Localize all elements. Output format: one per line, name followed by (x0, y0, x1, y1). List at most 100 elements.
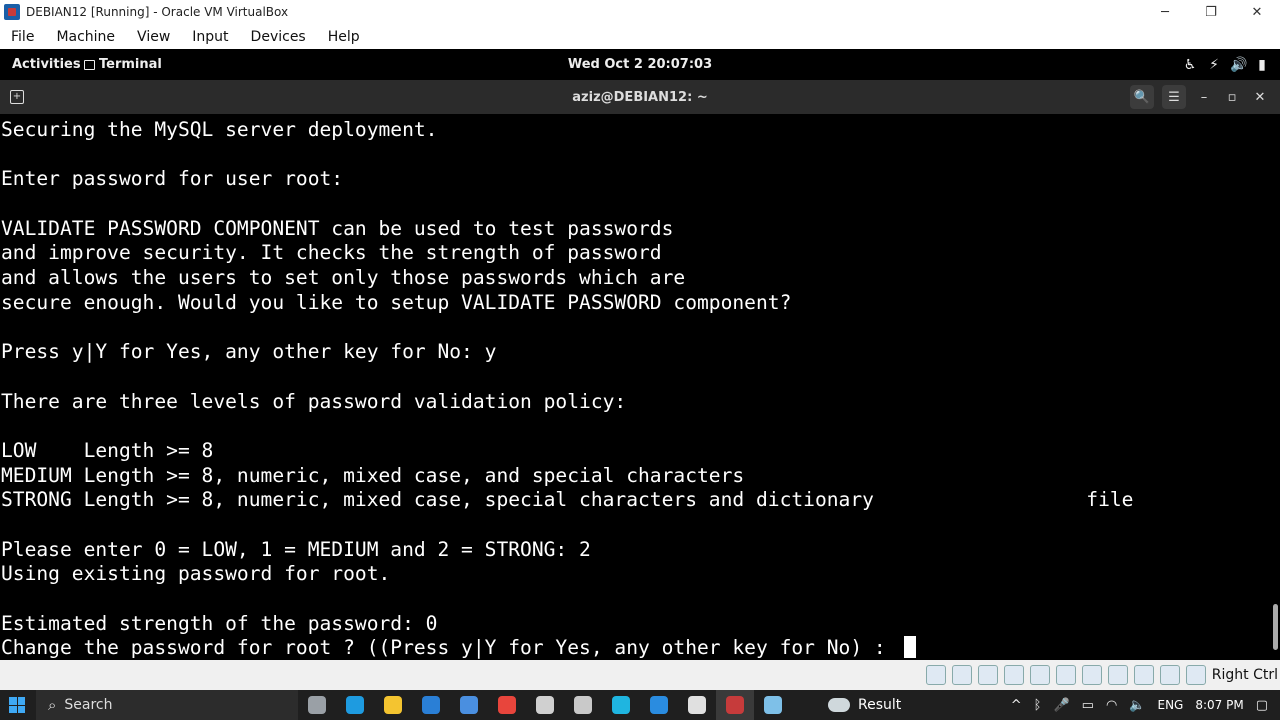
terminal-prompt-line[interactable]: Change the password for root ? ((Press y… (1, 636, 1270, 661)
language-indicator[interactable]: ENG (1157, 698, 1183, 712)
menu-input[interactable]: Input (181, 29, 239, 45)
cloud-icon (828, 698, 850, 712)
accessibility-icon[interactable]: ♿ (1182, 57, 1198, 73)
menu-machine[interactable]: Machine (45, 29, 126, 45)
usb-icon[interactable] (1029, 665, 1050, 685)
notepad-icon[interactable] (754, 690, 792, 720)
restore-icon[interactable]: ❐ (1188, 0, 1234, 24)
virtualbox-logo-icon (4, 4, 20, 20)
3d-viewer-glyph (574, 696, 592, 714)
system-tray[interactable]: ♿ ⚡ 🔊 ▮ (1182, 57, 1280, 73)
mail-icon[interactable] (412, 690, 450, 720)
network-icon[interactable]: ⚡ (1206, 57, 1222, 73)
mouse-integration-icon[interactable] (1159, 665, 1180, 685)
menu-file[interactable]: File (0, 29, 45, 45)
terminal-line: MEDIUM Length >= 8, numeric, mixed case,… (1, 463, 745, 487)
taskbar-clock[interactable]: 8:07 PM (1195, 698, 1243, 712)
wifi-icon[interactable]: ◠ (1106, 698, 1117, 713)
file-explorer-icon[interactable] (374, 690, 412, 720)
keyboard-capture-icon[interactable] (1185, 665, 1206, 685)
virtualbox-glyph (726, 696, 744, 714)
media-player-icon[interactable] (678, 690, 716, 720)
circle-app-icon[interactable] (602, 690, 640, 720)
terminal-line: LOW Length >= 8 (1, 438, 214, 462)
search-placeholder: Search (64, 697, 113, 713)
terminal-line: STRONG Length >= 8, numeric, mixed case,… (1, 488, 1134, 512)
windows-logo-icon (9, 697, 25, 713)
edge-glyph (346, 696, 364, 714)
terminal-line: Securing the MySQL server deployment. (1, 118, 438, 141)
bluetooth-icon[interactable]: ᛒ (1034, 698, 1042, 713)
app-menu-terminal[interactable]: Terminal (84, 57, 162, 72)
menu-help[interactable]: Help (317, 29, 371, 45)
close-icon[interactable]: ✕ (1250, 87, 1270, 107)
display-icon[interactable] (1081, 665, 1102, 685)
media-player-glyph (688, 696, 706, 714)
start-button[interactable] (2, 690, 32, 720)
terminal-line: secure enough. Would you like to setup V… (1, 290, 792, 314)
minimize-icon[interactable]: – (1194, 87, 1214, 107)
terminal-scrollbar[interactable] (1270, 114, 1280, 660)
taskbar-search-box[interactable]: ⌕ Search (36, 690, 298, 720)
terminal-line: Using existing password for root. (1, 562, 391, 586)
cpu-icon[interactable] (1133, 665, 1154, 685)
terminal-line: and improve security. It checks the stre… (1, 241, 662, 265)
task-view-icon[interactable] (298, 690, 336, 720)
scrollbar-thumb[interactable] (1273, 604, 1278, 650)
new-tab-icon[interactable]: + (10, 90, 24, 104)
microphone-icon[interactable]: 🎤 (1053, 698, 1069, 713)
store-icon[interactable] (450, 690, 488, 720)
notepad-glyph (764, 696, 782, 714)
terminal-output[interactable]: Securing the MySQL server deployment. En… (0, 114, 1270, 660)
hard-disk-icon[interactable] (925, 665, 946, 685)
shared-folders-icon[interactable] (1055, 665, 1076, 685)
minimize-icon[interactable]: ─ (1142, 0, 1188, 24)
terminal-header-buttons: 🔍 ☰ – ▫ ✕ (1130, 85, 1280, 109)
volume-icon[interactable]: 🔈 (1129, 698, 1145, 713)
taskbar-apps (298, 690, 792, 720)
3d-viewer-icon[interactable] (564, 690, 602, 720)
close-icon[interactable]: ✕ (1234, 0, 1280, 24)
volume-icon[interactable]: 🔊 (1230, 57, 1247, 73)
vbox-status-bar: Right Ctrl (0, 660, 1280, 690)
vscode-icon[interactable] (640, 690, 678, 720)
host-key-label: Right Ctrl (1211, 667, 1278, 683)
search-icon[interactable]: 🔍 (1130, 85, 1154, 109)
task-view-glyph (308, 696, 326, 714)
gnome-top-bar: Activities Terminal Wed Oct 2 20:07:03 ♿… (0, 49, 1280, 80)
notifications-icon[interactable]: ▢ (1256, 698, 1268, 713)
chrome-glyph (498, 696, 516, 714)
vscode-glyph (650, 696, 668, 714)
battery-icon[interactable]: ▭ (1082, 698, 1094, 713)
weather-widget[interactable]: Result (828, 697, 901, 713)
host-window-title: DEBIAN12 [Running] - Oracle VM VirtualBo… (26, 5, 289, 19)
hamburger-menu-icon[interactable]: ☰ (1162, 85, 1186, 109)
clock[interactable]: Wed Oct 2 20:07:03 (0, 57, 1280, 72)
chrome-icon[interactable] (488, 690, 526, 720)
terminal-icon (84, 59, 95, 70)
optical-drive-icon[interactable] (951, 665, 972, 685)
openai-icon[interactable] (526, 690, 564, 720)
virtualbox-icon[interactable] (716, 690, 754, 720)
audio-icon[interactable] (977, 665, 998, 685)
edge-icon[interactable] (336, 690, 374, 720)
terminal-prompt-text: Change the password for root ? ((Press y… (1, 636, 898, 660)
text-cursor (903, 636, 916, 659)
menu-devices[interactable]: Devices (240, 29, 317, 45)
maximize-icon[interactable]: ▫ (1222, 87, 1242, 107)
power-icon[interactable]: ▮ (1254, 57, 1270, 73)
chevron-up-icon[interactable]: ^ (1011, 698, 1022, 713)
network-adapter-icon[interactable] (1003, 665, 1024, 685)
activities-button[interactable]: Activities (0, 57, 84, 72)
terminal-header-bar: + aziz@DEBIAN12: ~ 🔍 ☰ – ▫ ✕ (0, 80, 1280, 114)
terminal-line: and allows the users to set only those p… (1, 266, 686, 290)
search-icon: ⌕ (48, 696, 57, 714)
video-capture-icon[interactable] (1107, 665, 1128, 685)
menu-view[interactable]: View (126, 29, 181, 45)
app-menu-label: Terminal (99, 57, 162, 72)
terminal-line: VALIDATE PASSWORD COMPONENT can be used … (1, 216, 674, 240)
